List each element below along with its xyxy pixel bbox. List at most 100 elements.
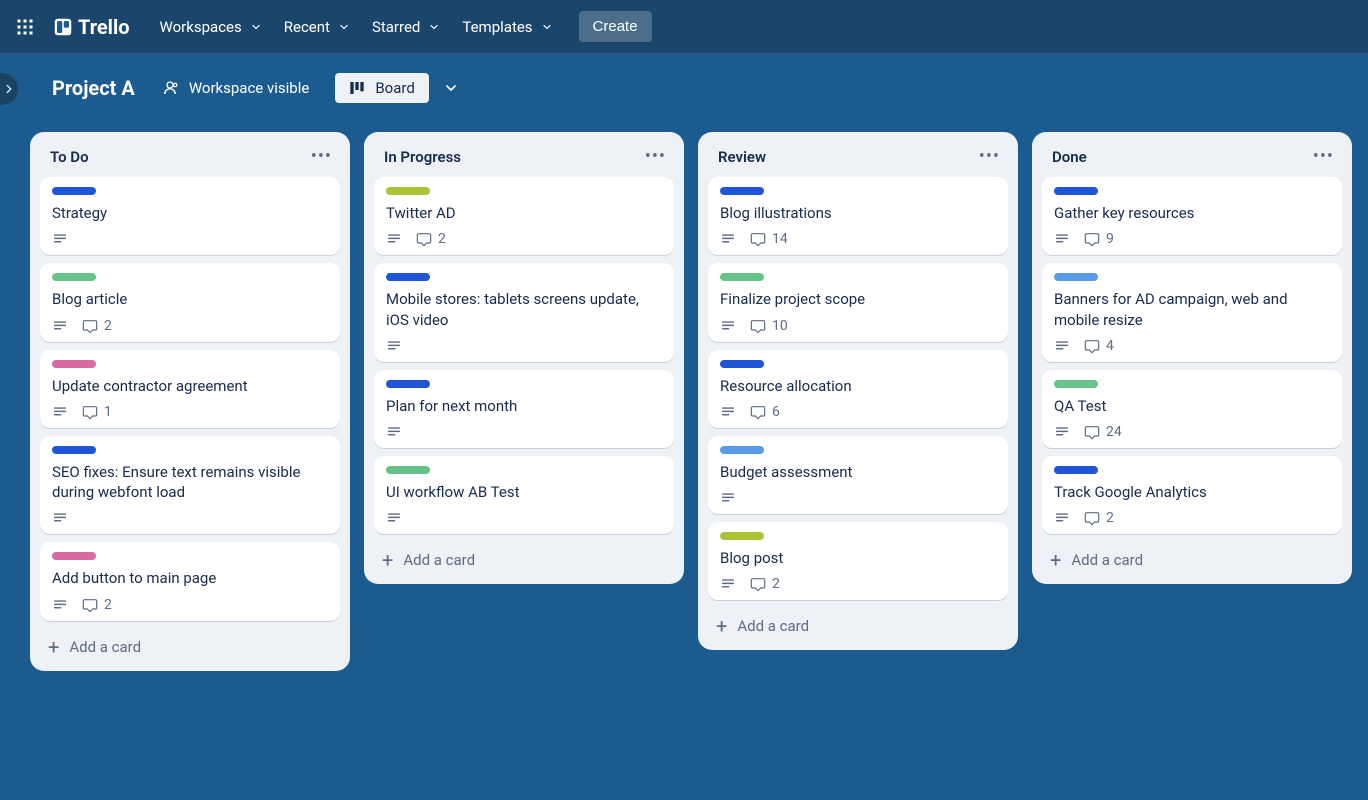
description-icon [720,404,736,420]
comments-badge: 14 [750,231,788,247]
card-label[interactable] [1054,466,1098,474]
board-title[interactable]: Project A [52,76,135,100]
visibility-button[interactable]: Workspace visible [153,73,318,103]
description-icon [720,490,736,506]
trello-logo[interactable]: Trello [50,15,134,39]
card-label[interactable] [720,273,764,281]
list-menu-icon[interactable]: ••• [645,146,666,167]
card-label[interactable] [720,446,764,454]
plus-icon: + [382,550,393,570]
comments-count: 2 [438,231,446,247]
card-label[interactable] [720,360,764,368]
card-label[interactable] [1054,380,1098,388]
create-button[interactable]: Create [579,11,652,42]
card-title: QA Test [1054,396,1330,416]
add-card-button[interactable]: + Add a card [706,608,1010,642]
card-label[interactable] [52,360,96,368]
list-title[interactable]: In Progress [384,148,461,166]
card[interactable]: Finalize project scope10 [708,263,1008,341]
card[interactable]: Budget assessment [708,436,1008,514]
nav-workspaces[interactable]: Workspaces [160,18,262,36]
card-badges: 1 [52,404,328,420]
list-title[interactable]: Done [1052,148,1087,166]
list-header: Review ••• [706,142,1010,169]
card[interactable]: SEO fixes: Ensure text remains visible d… [40,436,340,535]
card-title: Add button to main page [52,568,328,588]
board-header: Project A Workspace visible Board [0,54,1368,122]
card[interactable]: Blog article2 [40,263,340,341]
comments-badge: 2 [750,576,780,592]
card-label[interactable] [386,273,430,281]
description-icon [1054,424,1070,440]
description-icon [386,424,402,440]
card-title: UI workflow AB Test [386,482,662,502]
card-label[interactable] [720,187,764,195]
card-label[interactable] [1054,187,1098,195]
description-icon [386,338,402,354]
card-badges: 2 [52,318,328,334]
card-badges [386,338,662,354]
card[interactable]: Mobile stores: tablets screens update, i… [374,263,674,362]
add-card-label: Add a card [737,617,809,635]
card-title: SEO fixes: Ensure text remains visible d… [52,462,328,503]
card[interactable]: Strategy [40,177,340,255]
plus-icon: + [48,637,59,657]
card-title: Budget assessment [720,462,996,482]
card[interactable]: Banners for AD campaign, web and mobile … [1042,263,1342,362]
card[interactable]: Resource allocation6 [708,350,1008,428]
card-label[interactable] [720,532,764,540]
nav-starred[interactable]: Starred [372,18,440,36]
add-card-button[interactable]: +Add a card [372,542,676,576]
comments-badge: 2 [416,231,446,247]
card[interactable]: Update contractor agreement1 [40,350,340,428]
nav-templates[interactable]: Templates [462,18,552,36]
nav-starred-label: Starred [372,18,420,36]
card[interactable]: Blog illustrations14 [708,177,1008,255]
card-label[interactable] [52,446,96,454]
card-label[interactable] [52,273,96,281]
view-board-button[interactable]: Board [335,73,428,103]
add-card-button[interactable]: +Add a card [38,629,342,663]
description-icon [52,231,68,247]
card-badges: 2 [1054,510,1330,526]
card[interactable]: Blog post2 [708,522,1008,600]
comments-badge: 24 [1084,424,1122,440]
apps-icon[interactable] [8,10,42,44]
card[interactable]: Track Google Analytics2 [1042,456,1342,534]
card-badges: 2 [386,231,662,247]
description-icon [386,231,402,247]
card-badges: 9 [1054,231,1330,247]
card-label[interactable] [52,552,96,560]
board-icon [349,80,365,96]
comments-badge: 10 [750,318,788,334]
cards: Twitter AD2 Mobile stores: tablets screen… [372,177,676,534]
card-badges: 2 [720,576,996,592]
card[interactable]: Plan for next month [374,370,674,448]
comments-count: 24 [1106,424,1122,440]
comments-count: 2 [1106,510,1114,526]
card-label[interactable] [1054,273,1098,281]
card-title: Gather key resources [1054,203,1330,223]
card[interactable]: QA Test 24 [1042,370,1342,448]
add-card-button[interactable]: +Add a card [1040,542,1344,576]
view-switcher[interactable] [435,72,467,104]
comments-count: 14 [772,231,788,247]
card-label[interactable] [386,187,430,195]
card[interactable]: Twitter AD2 [374,177,674,255]
list-menu-icon[interactable]: ••• [311,146,332,167]
card[interactable]: Gather key resources 9 [1042,177,1342,255]
plus-icon: + [716,616,727,636]
list-title[interactable]: Review [718,148,766,166]
nav-recent[interactable]: Recent [284,18,350,36]
card-label[interactable] [52,187,96,195]
description-icon [1054,338,1070,354]
card-label[interactable] [386,380,430,388]
card-label[interactable] [386,466,430,474]
list-menu-icon[interactable]: ••• [979,146,1000,167]
description-icon [52,510,68,526]
card-badges [52,231,328,247]
card[interactable]: UI workflow AB Test [374,456,674,534]
card[interactable]: Add button to main page2 [40,542,340,620]
list-menu-icon[interactable]: ••• [1313,146,1334,167]
list-title[interactable]: To Do [50,148,89,166]
